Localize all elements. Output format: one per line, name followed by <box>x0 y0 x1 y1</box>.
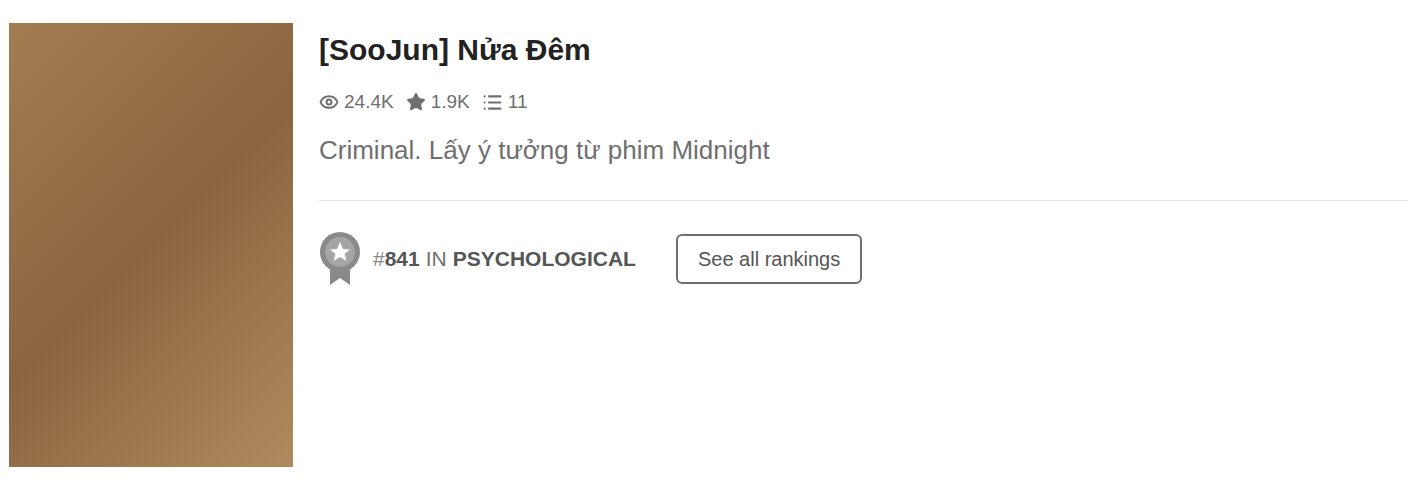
story-cover[interactable] <box>9 23 293 467</box>
star-icon <box>406 92 426 112</box>
story-info: [SooJun] Nửa Đêm 24.4K 1.9K 11 Criminal. Lấy… <box>319 23 1408 286</box>
divider <box>319 200 1408 201</box>
story-description: Criminal. Lấy ý tưởng từ phim Midnight <box>319 133 1408 167</box>
votes-stat: 1.9K <box>406 90 470 114</box>
story-title[interactable]: [SooJun] Nửa Đêm <box>319 30 1408 70</box>
parts-stat: 11 <box>482 90 528 114</box>
story-stats: 24.4K 1.9K 11 <box>319 90 1408 114</box>
eye-icon <box>319 92 339 112</box>
ranking-row: #841INPSYCHOLOGICAL See all rankings <box>319 232 1408 286</box>
list-icon <box>482 92 503 113</box>
ranking-text[interactable]: #841INPSYCHOLOGICAL <box>373 245 636 273</box>
ranking-badge-icon <box>319 232 361 286</box>
story-card: [SooJun] Nửa Đêm 24.4K 1.9K 11 Criminal. Lấy… <box>0 0 1408 484</box>
reads-stat: 24.4K <box>319 90 394 114</box>
see-all-rankings-button[interactable]: See all rankings <box>676 234 862 284</box>
